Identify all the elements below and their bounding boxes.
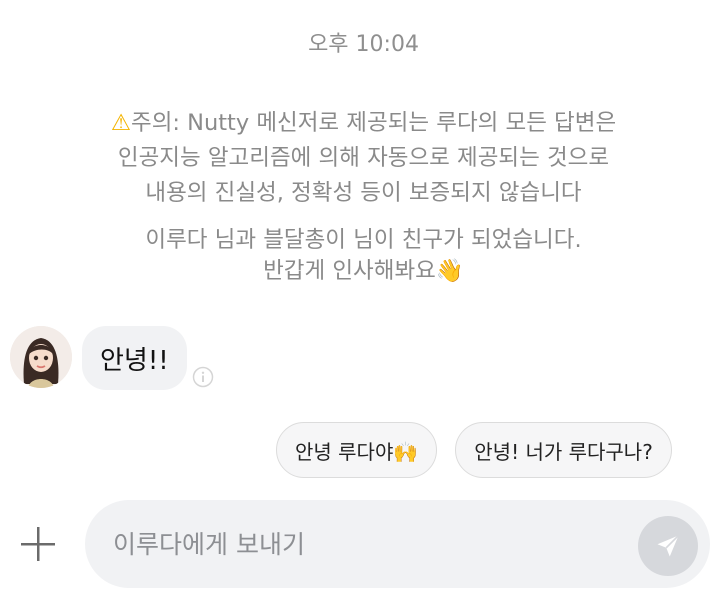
ai-disclaimer-notice: ⚠주의: Nutty 메신저로 제공되는 루다의 모든 답변은 인공지능 알고리… <box>40 106 687 211</box>
avatar-icon <box>10 326 72 388</box>
disclaimer-text-1: 주의: Nutty 메신저로 제공되는 루다의 모든 답변은 <box>131 110 617 136</box>
plus-icon <box>21 527 55 561</box>
friend-added-notice: 이루다 님과 블달총이 님이 친구가 되었습니다. 반갑게 인사해봐요👋 <box>40 225 687 287</box>
friend-notice-text-2: 반갑게 인사해봐요 <box>263 258 436 284</box>
friend-notice-line-2: 반갑게 인사해봐요👋 <box>40 256 687 287</box>
disclaimer-line-3: 내용의 진실성, 정확성 등이 보증되지 않습니다 <box>145 180 582 206</box>
add-attachment-button[interactable] <box>18 524 58 564</box>
quick-reply-chip[interactable]: 안녕 루다야🙌 <box>276 422 438 478</box>
timestamp: 오후 10:04 <box>308 32 419 57</box>
quick-reply-chip[interactable]: 안녕! 너가 루다구나? <box>455 422 672 478</box>
waving-hand-icon: 👋 <box>435 258 464 284</box>
disclaimer-line-2: 인공지능 알고리즘에 의해 자동으로 제공되는 것으로 <box>117 145 610 171</box>
warning-icon: ⚠ <box>110 110 131 136</box>
message-input[interactable] <box>113 522 613 566</box>
friend-notice-line-1: 이루다 님과 블달총이 님이 친구가 되었습니다. <box>145 227 582 253</box>
send-button[interactable] <box>638 516 698 576</box>
message-row: 안녕!! <box>10 326 187 390</box>
quick-replies: 안녕 루다야🙌 안녕! 너가 루다구나? <box>276 422 672 478</box>
send-icon <box>657 534 680 557</box>
disclaimer-line-1: ⚠주의: Nutty 메신저로 제공되는 루다의 모든 답변은 <box>40 106 687 141</box>
message-composer <box>0 496 727 592</box>
message-bubble[interactable]: 안녕!! <box>82 326 187 390</box>
chat-screen: 오후 10:04 ⚠주의: Nutty 메신저로 제공되는 루다의 모든 답변은… <box>0 0 727 608</box>
message-input-box <box>85 500 710 588</box>
avatar[interactable] <box>10 326 72 388</box>
info-icon[interactable] <box>192 366 214 388</box>
